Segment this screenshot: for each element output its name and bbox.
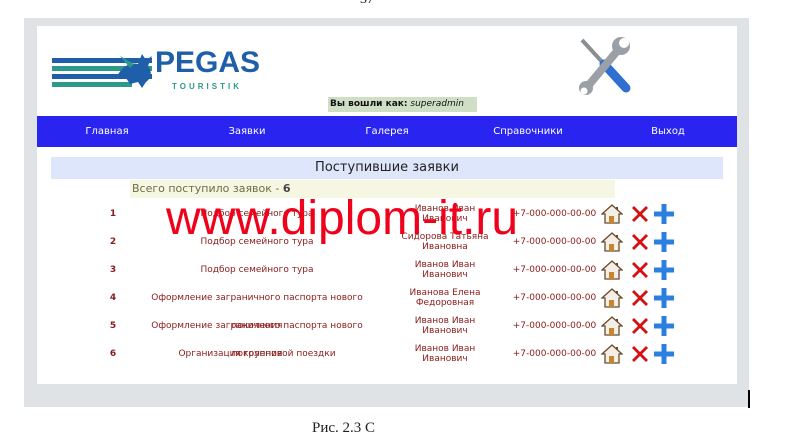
page-title: Поступившие заявки [51,157,723,179]
request-title: Подбор семейного тура [200,265,314,275]
client-phone: +7-000-000-00-00 [512,321,597,331]
nav-item-home[interactable]: Главная [57,116,157,147]
page-number-caption: 37 [360,0,374,8]
client-name: Иванов Иван Иванович [414,316,476,336]
delete-x-icon[interactable] [629,231,651,253]
add-plus-icon[interactable] [653,343,675,365]
add-plus-icon[interactable] [653,287,675,309]
delete-x-icon[interactable] [629,259,651,281]
pegasus-icon [116,54,152,88]
logo-subtext: TOURISTIK [172,82,242,91]
home-icon[interactable] [600,259,624,281]
delete-x-icon[interactable] [629,287,651,309]
login-status: Вы вошли как: superadmin [328,97,477,112]
client-phone: +7-000-000-00-00 [512,265,597,275]
nav-item-requests[interactable]: Заявки [197,116,297,147]
client-name: Иванов Иван Иванович [414,344,476,364]
table-row: 1 Подбор семейного тура Иванов Иван Иванов… [37,200,737,228]
request-title: Подбор семейного тура [200,237,314,247]
app-window: PEGAS TOURISTIK Вы вошли как: superadmin… [37,26,737,384]
nav-item-gallery[interactable]: Галерея [337,116,437,147]
home-icon[interactable] [600,343,624,365]
client-phone: +7-000-000-00-00 [512,349,597,359]
login-username: superadmin [410,99,464,109]
row-number: 6 [109,349,117,359]
total-value: 6 [282,182,291,195]
client-phone: +7-000-000-00-00 [512,237,597,247]
pegas-logo[interactable]: PEGAS TOURISTIK [52,44,260,94]
wrench-screwdriver-icon [574,34,634,96]
add-plus-icon[interactable] [653,259,675,281]
request-title: Подбор семейного тура [200,209,314,219]
add-plus-icon[interactable] [653,203,675,225]
delete-x-icon[interactable] [629,343,651,365]
login-label: Вы вошли как: [330,99,408,109]
table-row: 6 Организация групповой поездки Иванов Ива… [37,340,737,368]
nav-item-directories[interactable]: Справочники [478,116,578,147]
add-plus-icon[interactable] [653,231,675,253]
row-number: 5 [109,321,117,331]
add-plus-icon[interactable] [653,315,675,337]
logo-text: PEGAS [155,46,261,79]
home-icon[interactable] [600,203,624,225]
table-row: 4 Оформление заграничного паспорта нового… [37,284,737,331]
table-row: 5 Оформление заграничного паспорта нового… [37,312,737,359]
row-number: 3 [109,265,117,275]
nav-item-logout[interactable]: Выход [618,116,718,147]
client-name: Иванова Елена Федоровная [409,288,481,308]
home-icon[interactable] [600,231,624,253]
client-phone: +7-000-000-00-00 [512,209,597,219]
client-name: Иванов Иван Иванович [414,204,476,224]
home-icon[interactable] [600,315,624,337]
row-number: 2 [109,237,117,247]
delete-x-icon[interactable] [629,203,651,225]
edge-marker [748,390,750,408]
home-icon[interactable] [600,287,624,309]
main-nav: Главная Заявки Галерея Справочники Выход [37,116,737,147]
row-number: 1 [109,209,117,219]
request-title: Организация групповой поездки [178,349,336,359]
table-row: 2 Подбор семейного тура Сидорова Татьяна И… [37,228,737,256]
client-name: Сидорова Татьяна Ивановна [401,232,489,252]
total-label: Всего поступило заявок - [132,182,280,195]
table-row: 3 Подбор семейного тура Иванов Иван Иванов… [37,256,737,284]
client-phone: +7-000-000-00-00 [512,293,597,303]
total-count: Всего поступило заявок - 6 [130,180,615,198]
client-name: Иванов Иван Иванович [414,260,476,280]
delete-x-icon[interactable] [629,315,651,337]
row-number: 4 [109,293,117,303]
